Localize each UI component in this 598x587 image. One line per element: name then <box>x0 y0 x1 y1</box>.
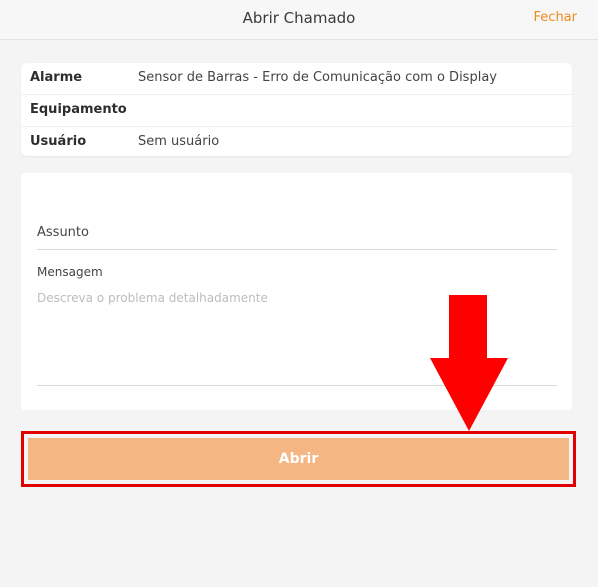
info-row-alarm: Alarme Sensor de Barras - Erro de Comuni… <box>21 63 572 95</box>
open-button[interactable]: Abrir <box>28 438 569 480</box>
alarm-label: Alarme <box>30 70 83 85</box>
info-row-equipment: Equipamento <box>21 95 572 127</box>
open-button-highlight: Abrir <box>21 431 576 487</box>
alarm-value: Sensor de Barras - Erro de Comunicação c… <box>138 70 497 85</box>
alarm-info-card: Alarme Sensor de Barras - Erro de Comuni… <box>21 63 572 156</box>
modal-title: Abrir Chamado <box>242 9 356 27</box>
modal-header: Abrir Chamado Fechar <box>0 0 598 40</box>
equipment-label: Equipamento <box>30 102 127 117</box>
info-row-user: Usuário Sem usuário <box>21 127 572 158</box>
close-button[interactable]: Fechar <box>534 10 577 25</box>
user-value: Sem usuário <box>138 134 220 149</box>
user-label: Usuário <box>30 134 87 149</box>
down-arrow-icon <box>430 295 508 431</box>
subject-input[interactable] <box>37 219 557 245</box>
subject-field <box>37 219 557 250</box>
message-label: Mensagem <box>37 265 103 279</box>
